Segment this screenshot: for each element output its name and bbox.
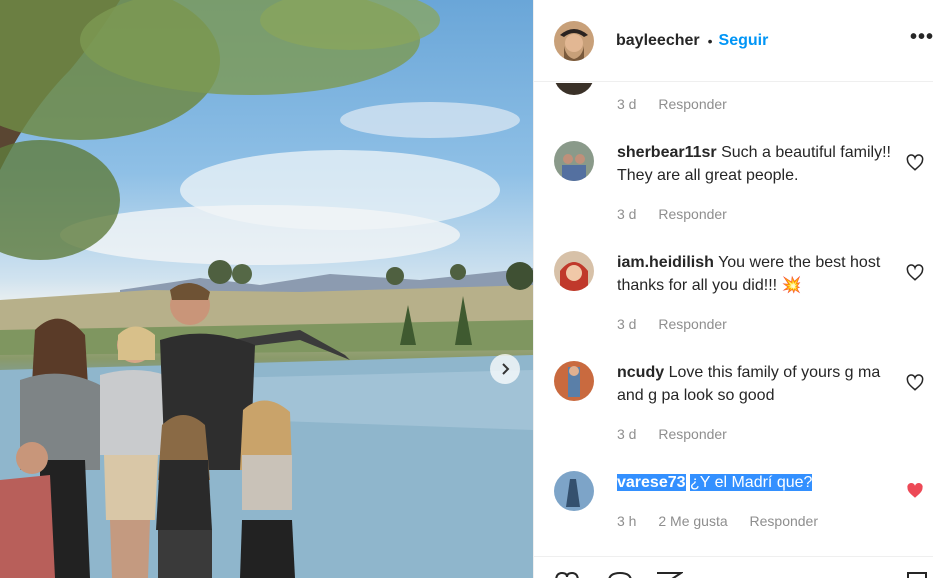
comments-list[interactable]: 3 d Responder sherbear11sr Such a beauti… [534, 83, 933, 555]
comment-time: 3 d [617, 316, 637, 332]
comment-meta: 3 d Responder [617, 316, 745, 332]
family-photo-illustration [0, 0, 533, 578]
comment-username[interactable]: varese73 [617, 474, 686, 491]
comment-username[interactable]: sherbear11sr [617, 144, 717, 161]
reply-button[interactable]: Responder [750, 513, 819, 529]
comment-time: 3 d [617, 206, 637, 222]
comment-time: 3 h [617, 513, 637, 529]
comment-text-block: ncudy Love this family of yours g ma and… [617, 361, 892, 407]
commenter-avatar[interactable] [554, 83, 594, 95]
instagram-post: bayleecher • Seguir ••• 3 d Responder sh… [0, 0, 933, 578]
like-comment-heart-icon[interactable] [906, 154, 924, 172]
more-options-icon[interactable]: ••• [910, 26, 933, 49]
share-icon[interactable] [655, 571, 683, 578]
post-photo[interactable] [0, 0, 533, 578]
comment-text-block: varese73 ¿Y el Madrí que? [617, 471, 892, 494]
comment-meta: 3 d Responder [617, 206, 745, 222]
commenter-avatar[interactable] [554, 141, 594, 181]
follow-button[interactable]: Seguir [719, 32, 769, 50]
reply-button[interactable]: Responder [658, 96, 727, 112]
comment-time: 3 d [617, 96, 637, 112]
commenter-avatar[interactable] [554, 471, 594, 511]
reply-button[interactable]: Responder [658, 426, 727, 442]
action-bar [534, 556, 933, 578]
comment-icon[interactable] [607, 571, 633, 578]
comment-time: 3 d [617, 426, 637, 442]
comment-text-block: sherbear11sr Such a beautiful family!! T… [617, 141, 892, 187]
comment-meta: 3 d Responder [617, 96, 745, 112]
comment-text-block: iam.heidilish You were the best host tha… [617, 251, 892, 297]
liked-heart-icon[interactable] [906, 482, 924, 500]
like-comment-heart-icon[interactable] [906, 264, 924, 282]
reply-button[interactable]: Responder [658, 316, 727, 332]
comment-body: ¿Y el Madrí que? [689, 474, 813, 491]
post-header: bayleecher • Seguir ••• [534, 0, 933, 82]
save-bookmark-icon[interactable] [906, 571, 928, 578]
reply-button[interactable]: Responder [658, 206, 727, 222]
commenter-avatar[interactable] [554, 251, 594, 291]
comment-meta: 3 h 2 Me gusta Responder [617, 513, 836, 529]
commenter-avatar[interactable] [554, 361, 594, 401]
comment-likes-count[interactable]: 2 Me gusta [658, 513, 727, 529]
author-username[interactable]: bayleecher [616, 32, 700, 50]
separator-dot: • [707, 32, 713, 49]
comment-username[interactable]: iam.heidilish [617, 254, 714, 271]
next-image-button[interactable] [490, 354, 520, 384]
author-avatar[interactable] [554, 20, 594, 61]
like-heart-icon[interactable] [554, 571, 580, 578]
comment-username[interactable]: ncudy [617, 364, 664, 381]
post-side-panel: bayleecher • Seguir ••• 3 d Responder sh… [533, 0, 933, 578]
comment-meta: 3 d Responder [617, 426, 745, 442]
like-comment-heart-icon[interactable] [906, 374, 924, 392]
chevron-right-icon [502, 363, 510, 375]
